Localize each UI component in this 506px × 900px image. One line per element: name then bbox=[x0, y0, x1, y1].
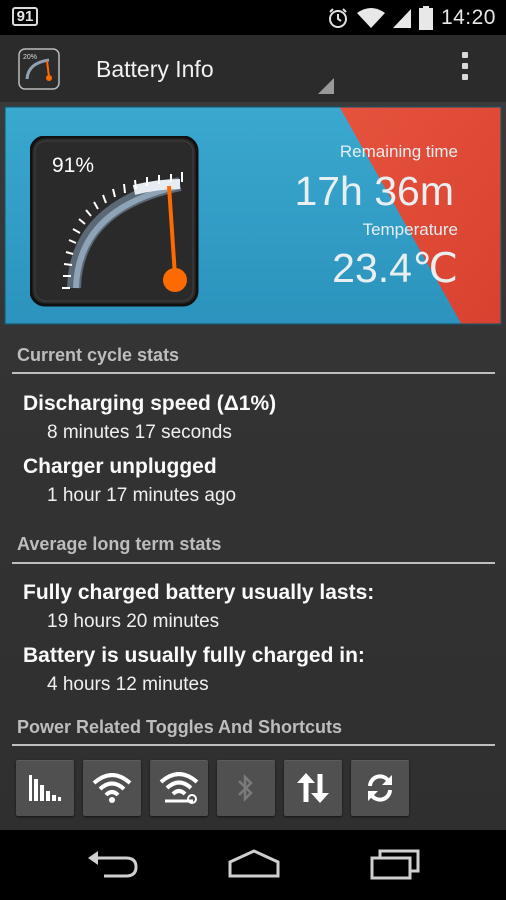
temperature-label: Temperature bbox=[362, 220, 458, 239]
battery-lasts-value: 19 hours 20 minutes bbox=[47, 611, 220, 632]
current-cycle-header: Current cycle stats bbox=[17, 345, 180, 365]
bluetooth-toggle[interactable] bbox=[217, 760, 275, 816]
temperature-value: 23.4℃ bbox=[332, 245, 458, 291]
refresh-icon bbox=[368, 774, 392, 802]
app-gauge-icon[interactable]: 20% bbox=[18, 48, 60, 90]
notification-badge: 91 bbox=[12, 7, 38, 26]
section-divider bbox=[12, 372, 495, 374]
gauge-percent: 91% bbox=[52, 154, 95, 177]
home-icon[interactable] bbox=[226, 848, 282, 880]
toggles-header: Power Related Toggles And Shortcuts bbox=[17, 717, 343, 737]
gauge-needle-hub bbox=[163, 268, 187, 292]
wifi-settings-toggle[interactable] bbox=[150, 760, 208, 816]
charged-in-value: 4 hours 12 minutes bbox=[47, 674, 209, 695]
data-sync-toggle[interactable] bbox=[284, 760, 342, 816]
discharging-speed-value: 8 minutes 17 seconds bbox=[47, 422, 232, 443]
discharging-speed-title: Discharging speed (Δ1%) bbox=[23, 392, 277, 415]
cell-signal-icon bbox=[392, 8, 411, 28]
wifi-settings-icon bbox=[159, 772, 199, 804]
usage-chart-icon bbox=[29, 775, 61, 801]
section-divider bbox=[12, 744, 495, 746]
bluetooth-icon bbox=[238, 773, 253, 803]
wifi-icon bbox=[356, 7, 385, 28]
alarm-icon bbox=[328, 7, 347, 28]
battery-lasts-title: Fully charged battery usually lasts: bbox=[23, 581, 375, 604]
wifi-toggle[interactable] bbox=[83, 760, 141, 816]
battery-gauge: 91% bbox=[29, 135, 200, 308]
battery-banner: 91% Remaining time 17h 36m Temperature 2… bbox=[4, 106, 502, 325]
battery-icon bbox=[418, 5, 433, 30]
toggle-row bbox=[16, 760, 409, 816]
remaining-time-value: 17h 36m bbox=[294, 168, 454, 214]
back-icon[interactable] bbox=[86, 848, 140, 880]
charged-in-title: Battery is usually fully charged in: bbox=[23, 644, 365, 667]
recents-icon[interactable] bbox=[370, 848, 422, 880]
remaining-time-label: Remaining time bbox=[339, 142, 458, 161]
overflow-menu-icon[interactable] bbox=[455, 52, 475, 86]
navigation-bar bbox=[0, 830, 506, 900]
status-bar: 91 14:20 bbox=[0, 0, 506, 35]
status-icons: 14:20 bbox=[327, 0, 496, 35]
wifi-icon bbox=[92, 773, 132, 803]
app-icon-percent: 20% bbox=[23, 54, 37, 61]
clock: 14:20 bbox=[440, 5, 496, 29]
usage-chart-toggle[interactable] bbox=[16, 760, 74, 816]
content-area: 91% Remaining time 17h 36m Temperature 2… bbox=[0, 102, 506, 830]
spinner-indicator-icon[interactable] bbox=[318, 78, 334, 94]
refresh-toggle[interactable] bbox=[351, 760, 409, 816]
charger-unplugged-value: 1 hour 17 minutes ago bbox=[47, 485, 237, 506]
charger-unplugged-title: Charger unplugged bbox=[23, 455, 217, 478]
long-term-header: Average long term stats bbox=[17, 534, 222, 554]
section-divider bbox=[12, 562, 495, 564]
data-sync-arrows-icon bbox=[297, 773, 329, 803]
action-bar: 20% Battery Info bbox=[0, 35, 506, 102]
app-title[interactable]: Battery Info bbox=[96, 56, 214, 83]
